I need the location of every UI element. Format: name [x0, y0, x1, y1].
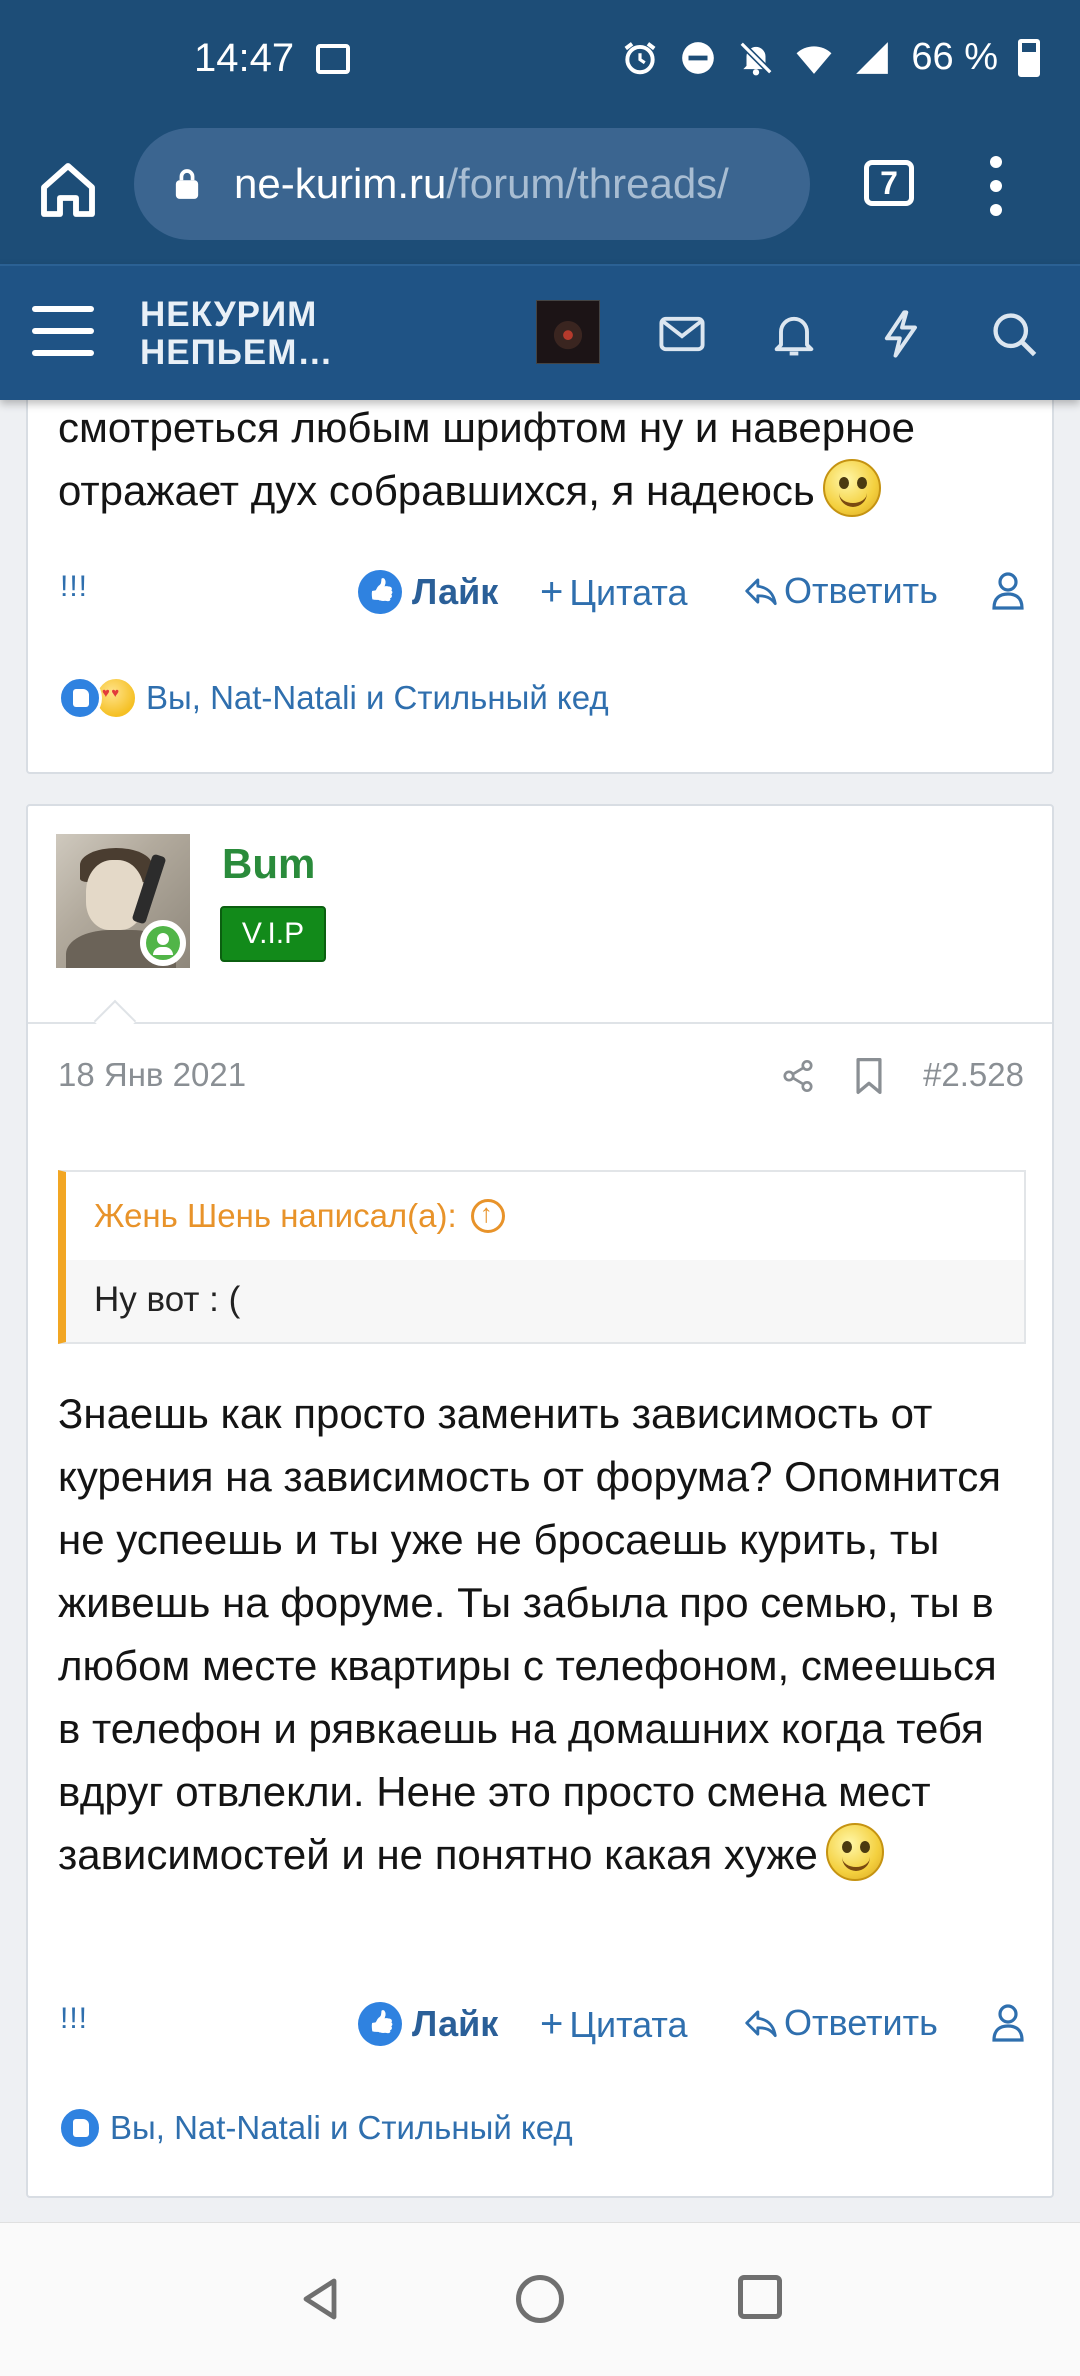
quote-label: Цитата: [569, 571, 688, 613]
quote-header[interactable]: Жень Шень написал(а):: [66, 1172, 1024, 1260]
menu-icon[interactable]: [32, 306, 94, 356]
reply-icon: [745, 2010, 777, 2038]
site-header: НЕКУРИМ НЕПЬЕМ…: [0, 264, 1080, 400]
quote-block: Жень Шень написал(а): Ну вот : (: [58, 1170, 1026, 1344]
battery-text: 66 %: [911, 36, 998, 78]
reply-icon: [745, 578, 777, 606]
quote-button[interactable]: + Цитата: [540, 2002, 688, 2047]
smiley-icon: [825, 1823, 884, 1881]
like-icon: [358, 2002, 402, 2046]
user-avatar[interactable]: [536, 300, 600, 364]
like-button[interactable]: Лайк: [358, 570, 498, 614]
bookmark-icon[interactable]: [854, 1056, 884, 1096]
reactions-text: Вы, Nat-Natali и Стильный кед: [146, 679, 609, 716]
quote-author: Жень Шень написал(а):: [94, 1197, 457, 1234]
reply-button[interactable]: Ответить: [742, 570, 938, 612]
like-button[interactable]: Лайк: [358, 2002, 498, 2046]
post-actions: !!! Лайк +Цитата Ответить: [28, 570, 1052, 630]
home-icon[interactable]: [36, 158, 100, 222]
user-icon[interactable]: [992, 2002, 1024, 2042]
report-link[interactable]: !!!: [60, 570, 88, 604]
like-label: Лайк: [412, 2003, 499, 2044]
signal-icon: [856, 41, 889, 74]
online-status-icon: [140, 920, 186, 966]
user-icon[interactable]: [992, 570, 1024, 610]
search-icon[interactable]: [988, 308, 1040, 360]
reply-label: Ответить: [784, 570, 938, 611]
bell-off-icon: [739, 41, 773, 75]
post-number[interactable]: #2.528: [923, 1056, 1024, 1094]
dnd-icon: [682, 41, 715, 74]
user-title-badge: V.I.P: [220, 906, 326, 962]
share-icon[interactable]: [780, 1056, 816, 1096]
reply-button[interactable]: Ответить: [742, 2002, 938, 2044]
post-message: Знаешь как просто заменить зависимость о…: [28, 1382, 1052, 1886]
smiley-icon: [822, 459, 881, 517]
post-text: Знаешь как просто заменить зависимость о…: [58, 1390, 1001, 1878]
status-time: 14:47: [194, 36, 295, 80]
reply-label: Ответить: [784, 2002, 938, 2043]
lock-icon: [175, 169, 199, 199]
author-name[interactable]: Bum: [222, 840, 315, 888]
image-icon: [316, 44, 350, 74]
header-notch: [93, 999, 137, 1043]
home-nav-icon[interactable]: [516, 2275, 564, 2323]
post-text: смотреться любым шрифтом ну и наверное о…: [58, 404, 916, 514]
like-label: Лайк: [412, 571, 499, 612]
tab-switcher-button[interactable]: 7: [864, 160, 914, 206]
report-link[interactable]: !!!: [60, 2002, 88, 2036]
wifi-icon: [796, 45, 832, 74]
go-to-quote-icon[interactable]: [470, 1198, 505, 1233]
status-bar: 14:47 66 %: [0, 0, 1080, 124]
browser-menu-icon[interactable]: [988, 156, 1004, 216]
header-divider: [28, 1022, 1052, 1024]
alarm-icon: [624, 41, 656, 74]
bell-icon[interactable]: [768, 308, 820, 360]
browser-toolbar: ne-kurim.ru/forum/threads/ 7: [0, 124, 1080, 264]
lightning-icon[interactable]: [876, 308, 928, 360]
reactions-text: Вы, Nat-Natali и Стильный кед: [110, 2109, 573, 2146]
like-icon: [358, 570, 402, 614]
recents-icon[interactable]: [738, 2275, 782, 2319]
like-reaction-icon: [58, 2106, 102, 2150]
logo-line1: НЕКУРИМ: [140, 295, 318, 334]
post-date[interactable]: 18 Янв 2021: [58, 1056, 246, 1094]
reactions-summary[interactable]: Вы, Nat-Natali и Стильный кед: [58, 676, 609, 720]
plus-icon: +: [540, 570, 564, 614]
post-card: Bum V.I.P 18 Янв 2021 #2.528 Жень Шень н…: [26, 804, 1054, 2198]
site-logo[interactable]: НЕКУРИМ НЕПЬЕМ…: [140, 296, 333, 372]
post-message: смотреться любым шрифтом ну и наверное о…: [28, 396, 1052, 522]
post-actions: !!! Лайк +Цитата Ответить: [28, 2002, 1052, 2062]
like-reaction-icon: [58, 676, 102, 720]
logo-line2: НЕПЬЕМ…: [140, 333, 334, 372]
reactions-summary[interactable]: Вы, Nat-Natali и Стильный кед: [58, 2106, 573, 2150]
mail-icon[interactable]: [656, 308, 708, 360]
address-bar[interactable]: ne-kurim.ru/forum/threads/: [134, 128, 810, 240]
plus-icon: +: [540, 2002, 564, 2046]
system-nav-bar: [0, 2222, 1080, 2376]
url-path: /forum/threads/: [446, 160, 729, 207]
quote-body: Ну вот : (: [66, 1260, 1024, 1342]
quote-label: Цитата: [569, 2003, 688, 2045]
url-host: ne-kurim.ru: [234, 160, 447, 207]
battery-icon: [1018, 38, 1040, 77]
post-card: смотреться любым шрифтом ну и наверное о…: [26, 360, 1054, 774]
quote-button[interactable]: + Цитата: [540, 570, 688, 615]
back-icon[interactable]: [296, 2275, 344, 2323]
